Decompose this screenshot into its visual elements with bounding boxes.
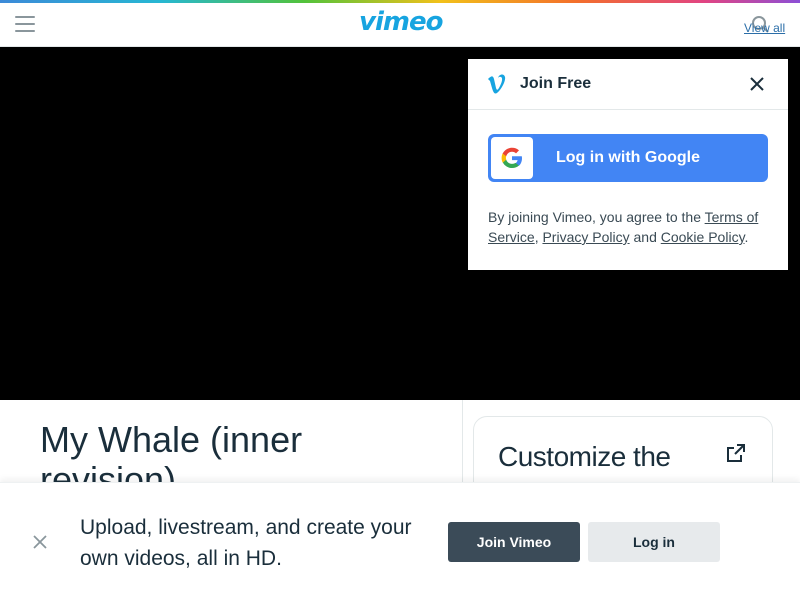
banner-close-icon[interactable]	[33, 535, 47, 549]
signup-banner: Upload, livestream, and create your own …	[0, 482, 800, 600]
terms-prefix: By joining Vimeo, you agree to the	[488, 209, 705, 225]
banner-text: Upload, livestream, and create your own …	[80, 516, 412, 570]
vimeo-logo[interactable]: vimeo	[359, 7, 443, 37]
close-icon[interactable]	[749, 76, 765, 92]
login-with-google-button[interactable]: Log in with Google	[488, 134, 768, 182]
view-all-link[interactable]: View all	[744, 21, 785, 35]
terms-text: By joining Vimeo, you agree to the Terms…	[488, 207, 773, 247]
popup-header: Join Free	[468, 59, 788, 110]
terms-suffix: .	[744, 229, 749, 245]
join-vimeo-button[interactable]: Join Vimeo	[448, 522, 580, 562]
top-navigation-bar: vimeo View all	[0, 3, 800, 47]
vimeo-v-icon	[488, 74, 506, 94]
column-divider	[462, 400, 463, 482]
cookie-policy-link[interactable]: Cookie Policy	[661, 229, 745, 245]
customize-card-title: Customize the	[498, 441, 671, 472]
popup-title: Join Free	[520, 75, 592, 92]
external-link-icon[interactable]	[726, 443, 746, 463]
google-button-label: Log in with Google	[556, 149, 700, 166]
log-in-button[interactable]: Log in	[588, 522, 720, 562]
hamburger-menu-icon[interactable]	[15, 16, 35, 33]
google-icon-box	[491, 137, 533, 179]
terms-and: and	[629, 229, 661, 245]
google-g-icon	[501, 147, 522, 168]
privacy-policy-link[interactable]: Privacy Policy	[542, 229, 629, 245]
join-free-popup: Join Free Log in with Google By joining …	[468, 59, 788, 270]
